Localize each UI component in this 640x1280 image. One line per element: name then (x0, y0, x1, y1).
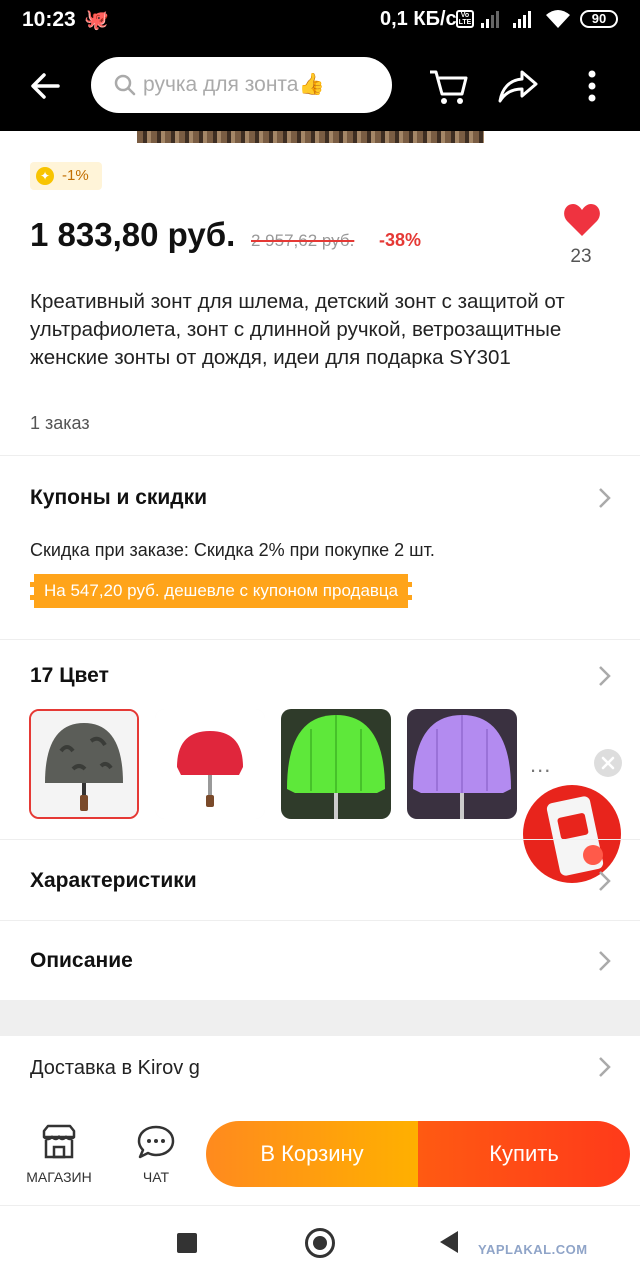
chevron-right-icon[interactable] (598, 665, 612, 687)
umbrella-green-image (281, 709, 391, 819)
status-time: 10:23 (22, 8, 76, 31)
wishlist-count: 23 (570, 246, 592, 267)
section-separator (0, 1000, 640, 1036)
notification-icon: 🐙 (84, 9, 109, 31)
watermark: YAPLAKAL.COM (478, 1242, 588, 1257)
order-discount-text: Скидка при заказе: Скидка 2% при покупке… (30, 540, 435, 560)
nav-back-icon[interactable] (440, 1231, 458, 1253)
volte-icon: Vo LTE (456, 10, 474, 28)
seller-coupon-tag[interactable]: На 547,20 руб. дешевле с купоном продавц… (30, 574, 413, 608)
store-icon[interactable] (40, 1123, 78, 1161)
status-bar: 10:23 🐙 0,1 КБ/с Vo LTE 90 (0, 0, 640, 40)
more-colors[interactable]: ... (530, 752, 551, 778)
cart-icon[interactable] (426, 64, 470, 108)
description-row[interactable]: Описание (30, 949, 133, 973)
delivery-row[interactable]: Доставка в Kirov g (30, 1057, 200, 1080)
bottom-action-bar: МАГАЗИН ЧАТ В Корзину Купить (0, 1105, 640, 1205)
search-placeholder: ручка для зонта👍 (143, 73, 325, 96)
coin-icon: ✦ (36, 167, 54, 185)
product-image-edge (137, 131, 484, 143)
old-price: 2 957,62 руб. (251, 231, 355, 250)
more-vert-icon[interactable] (570, 64, 614, 108)
share-icon[interactable] (496, 64, 540, 108)
chevron-right-icon[interactable] (598, 870, 612, 892)
orders-count: 1 заказ (30, 413, 90, 433)
color-swatch[interactable] (407, 709, 517, 819)
network-speed: 0,1 КБ/с (380, 8, 457, 30)
search-icon (114, 74, 136, 96)
umbrella-red-image (155, 709, 265, 819)
back-arrow-icon[interactable] (26, 66, 66, 106)
top-bar: 10:23 🐙 0,1 КБ/с Vo LTE 90 ручка для зонт… (0, 0, 640, 131)
signal-icon (481, 11, 499, 28)
specs-row[interactable]: Характеристики (30, 869, 197, 893)
close-icon (601, 756, 615, 770)
divider (0, 839, 640, 840)
coins-badge: ✦ -1% (30, 162, 102, 190)
chevron-right-icon[interactable] (598, 950, 612, 972)
color-swatch[interactable] (29, 709, 139, 819)
system-nav-bar: YAPLAKAL.COM (0, 1205, 640, 1280)
color-swatch[interactable] (155, 709, 265, 819)
umbrella-purple-image (407, 709, 517, 819)
divider (0, 639, 640, 640)
chat-label[interactable]: ЧАТ (130, 1169, 182, 1185)
promo-bubble[interactable] (523, 785, 621, 883)
divider (0, 920, 640, 921)
coupons-title[interactable]: Купоны и скидки (30, 486, 207, 510)
colors-title[interactable]: 17 Цвет (30, 664, 109, 688)
color-swatch[interactable] (281, 709, 391, 819)
product-title: Креативный зонт для шлема, детский зонт … (30, 290, 565, 369)
chevron-right-icon[interactable] (598, 487, 612, 509)
wishlist-heart-icon[interactable] (563, 202, 601, 238)
add-to-cart-button[interactable]: В Корзину (206, 1121, 418, 1187)
search-input[interactable]: ручка для зонта👍 (91, 57, 392, 113)
coins-discount: -1% (62, 167, 89, 184)
discount-percent: -38% (379, 230, 422, 250)
chevron-right-icon[interactable] (598, 1056, 612, 1078)
price: 1 833,80 руб. (30, 216, 236, 253)
recents-icon[interactable] (177, 1233, 197, 1253)
umbrella-camouflage-image (31, 711, 137, 817)
divider (0, 455, 640, 456)
store-label[interactable]: МАГАЗИН (26, 1169, 92, 1185)
chat-icon[interactable] (136, 1123, 176, 1161)
buy-now-button[interactable]: Купить (418, 1121, 630, 1187)
signal-icon (513, 11, 531, 28)
home-icon[interactable] (305, 1228, 335, 1258)
wifi-icon (546, 10, 570, 28)
promo-phone-image (546, 796, 604, 876)
close-promo-button[interactable] (594, 749, 622, 777)
battery-icon: 90 (580, 10, 618, 28)
